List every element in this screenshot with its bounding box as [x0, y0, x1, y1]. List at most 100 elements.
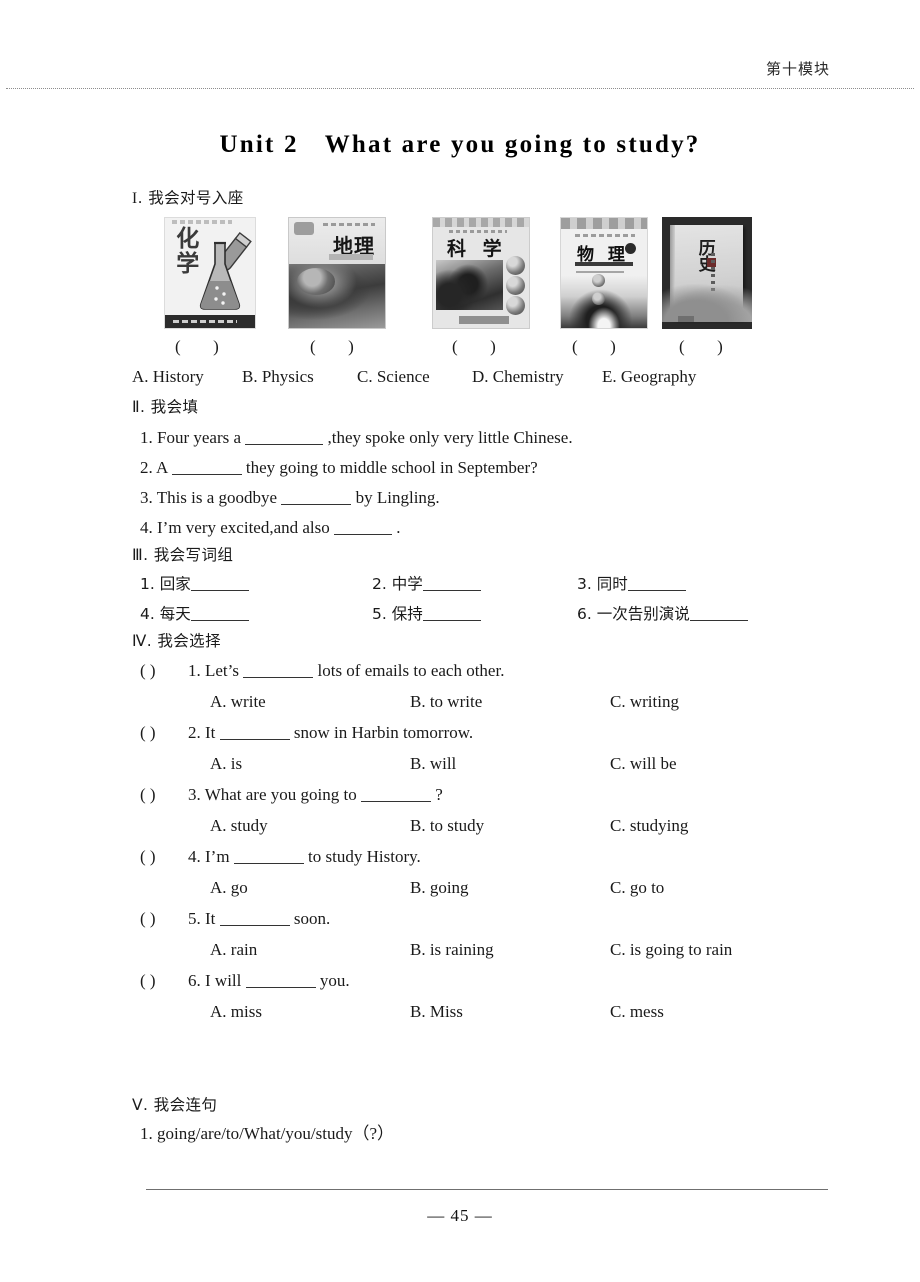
fill-question-3: 3. This is a goodbye by Lingling. [132, 483, 832, 513]
choice-question-3: ( ) 3. What are you going to ? [132, 779, 832, 810]
choice-blank-5[interactable] [219, 925, 290, 926]
book-title-science: 科 学 [447, 238, 507, 260]
choice-question-4: ( ) 4. I’m to study History. [132, 841, 832, 872]
fill-question-3-post: by Lingling. [351, 488, 440, 507]
choice-blank-4[interactable] [233, 863, 304, 864]
section-1-answer-boxes: ( ) ( ) ( ) ( ) ( ) [132, 337, 832, 363]
choice-answer-box-4[interactable]: ( ) [140, 841, 188, 872]
choice-2-option-b[interactable]: B. will [410, 748, 456, 779]
fill-question-4-post: . [392, 518, 401, 537]
fill-blank-1[interactable] [245, 444, 324, 445]
choice-blank-6[interactable] [245, 987, 316, 988]
book-title-chemistry: 化学 [171, 226, 198, 276]
phrase-label-6: 6. 一次告别演说 [577, 605, 690, 623]
phrase-blank-1[interactable] [190, 590, 249, 591]
header-divider [6, 88, 914, 89]
phrase-row-1: 1. 回家 2. 中学 3. 同时 [140, 569, 832, 599]
phrase-label-5: 5. 保持 [372, 605, 423, 623]
fill-blank-3[interactable] [281, 504, 352, 505]
choice-question-6-post: you. [315, 971, 350, 990]
book-cover-history: 历史 [662, 217, 752, 329]
choice-1-option-c[interactable]: C. writing [610, 686, 679, 717]
phrase-blank-6[interactable] [689, 620, 748, 621]
choice-question-6: ( ) 6. I will you. [132, 965, 832, 996]
phrase-item-2: 2. 中学 [372, 569, 481, 599]
choice-question-1-pre: 1. Let’s [188, 661, 244, 680]
phrase-item-4: 4. 每天 [140, 599, 249, 629]
choice-blank-3[interactable] [360, 801, 431, 802]
unit-question: What are you going to study? [324, 131, 701, 158]
section-5-roman: Ⅴ [132, 1097, 144, 1114]
fill-question-1: 1. Four years a ,they spoke only very li… [132, 423, 832, 453]
choice-question-4-pre: 4. I’m [188, 847, 234, 866]
answer-paren-2[interactable]: ( ) [310, 337, 355, 357]
choice-answer-box-1[interactable]: ( ) [140, 655, 188, 686]
choice-answer-box-2[interactable]: ( ) [140, 717, 188, 748]
phrase-blank-4[interactable] [190, 620, 249, 621]
book-cover-geography: 地理 [288, 217, 386, 329]
worksheet-page: 第十模块 Unit 2 What are you going to study? … [0, 0, 920, 1282]
fill-blank-4[interactable] [334, 534, 393, 535]
choice-options-3: A. study B. to study C. studying [132, 810, 832, 841]
choice-5-option-b[interactable]: B. is raining [410, 934, 494, 965]
book-cover-science: 科 学 [432, 217, 530, 329]
section-1-option-a: A. History [132, 367, 204, 386]
phrase-row-2: 4. 每天 5. 保持 6. 一次告别演说 [140, 599, 832, 629]
phrase-item-1: 1. 回家 [140, 569, 249, 599]
phrase-blank-5[interactable] [422, 620, 481, 621]
phrase-item-6: 6. 一次告别演说 [577, 599, 748, 629]
choice-1-option-b[interactable]: B. to write [410, 686, 482, 717]
choice-3-option-b[interactable]: B. to study [410, 810, 484, 841]
choice-question-1: ( ) 1. Let’s lots of emails to each other… [132, 655, 832, 686]
choice-options-1: A. write B. to write C. writing [132, 686, 832, 717]
choice-4-option-c[interactable]: C. go to [610, 872, 664, 903]
section-5-heading: Ⅴ. 我会连句 [132, 1093, 832, 1115]
choice-question-2-pre: 2. It [188, 723, 220, 742]
choice-blank-1[interactable] [243, 677, 314, 678]
answer-paren-4[interactable]: ( ) [572, 337, 617, 357]
answer-paren-3[interactable]: ( ) [452, 337, 497, 357]
fill-question-3-pre: 3. This is a goodbye [140, 488, 282, 507]
choice-4-option-b[interactable]: B. going [410, 872, 469, 903]
fill-blank-2[interactable] [171, 474, 242, 475]
choice-answer-box-6[interactable]: ( ) [140, 965, 188, 996]
choice-question-1-post: lots of emails to each other. [313, 661, 505, 680]
choice-6-option-b[interactable]: B. Miss [410, 996, 463, 1027]
choice-answer-box-3[interactable]: ( ) [140, 779, 188, 810]
fill-question-1-post: ,they spoke only very little Chinese. [323, 428, 573, 447]
section-1-option-e: E. Geography [602, 367, 697, 386]
section-4-roman: Ⅳ [132, 633, 147, 650]
choice-question-3-post: ? [430, 785, 443, 804]
flask-icon [199, 241, 241, 310]
choice-2-option-a[interactable]: A. is [210, 748, 242, 779]
section-3-roman: Ⅲ [132, 547, 144, 564]
choice-5-option-c[interactable]: C. is going to rain [610, 934, 732, 965]
phrase-label-1: 1. 回家 [140, 575, 191, 593]
choice-5-option-a[interactable]: A. rain [210, 934, 257, 965]
section-5-title: . 我会连句 [143, 1096, 218, 1114]
choice-2-option-c[interactable]: C. will be [610, 748, 677, 779]
choice-4-option-a[interactable]: A. go [210, 872, 248, 903]
section-2-title: . 我会填 [140, 398, 199, 416]
choice-3-option-a[interactable]: A. study [210, 810, 268, 841]
choice-1-option-a[interactable]: A. write [210, 686, 266, 717]
page-number: — 45 — [427, 1206, 493, 1225]
section-4-heading: Ⅳ. 我会选择 [132, 629, 832, 651]
choice-question-5: ( ) 5. It soon. [132, 903, 832, 934]
choice-question-2-post: snow in Harbin tomorrow. [289, 723, 474, 742]
choice-blank-2[interactable] [219, 739, 290, 740]
choice-6-option-c[interactable]: C. mess [610, 996, 664, 1027]
choice-3-option-c[interactable]: C. studying [610, 810, 688, 841]
subject-book-images: 化学 地理 科 学 物 理 历史 [132, 217, 832, 335]
choice-question-5-post: soon. [289, 909, 331, 928]
phrase-blank-2[interactable] [422, 590, 481, 591]
book-cover-chemistry: 化学 [164, 217, 256, 329]
footer-divider [146, 1189, 828, 1190]
choice-options-6: A. miss B. Miss C. mess [132, 996, 832, 1027]
phrase-label-3: 3. 同时 [577, 575, 628, 593]
answer-paren-5[interactable]: ( ) [679, 337, 724, 357]
choice-answer-box-5[interactable]: ( ) [140, 903, 188, 934]
phrase-blank-3[interactable] [627, 590, 686, 591]
answer-paren-1[interactable]: ( ) [175, 337, 220, 357]
choice-6-option-a[interactable]: A. miss [210, 996, 262, 1027]
